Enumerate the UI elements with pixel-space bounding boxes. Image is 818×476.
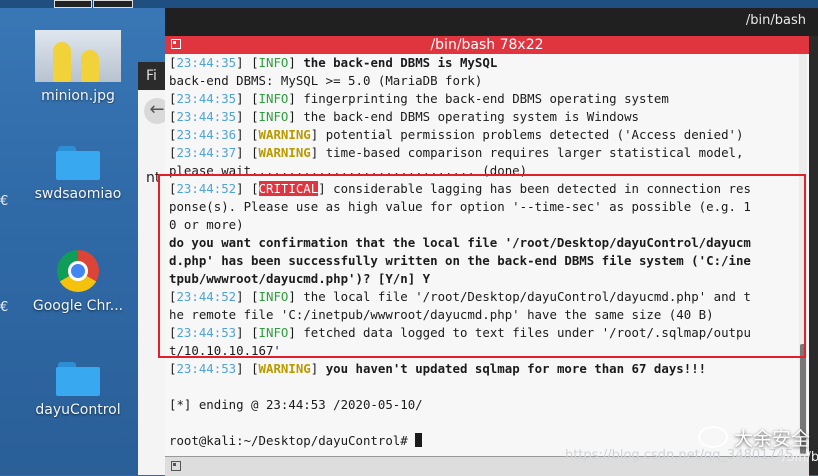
desktop-icon-dayucontrol[interactable]: dayuControl xyxy=(18,362,138,418)
chrome-icon xyxy=(57,250,99,292)
cursor xyxy=(415,433,423,447)
highlight-box xyxy=(158,174,806,358)
bracket: ] xyxy=(288,91,296,106)
pane-menu-icon[interactable] xyxy=(171,461,181,471)
timestamp: 23:44:35 xyxy=(176,55,237,70)
desktop-icon-label: swdsaomiao xyxy=(34,186,122,202)
timestamp: 23:44:36 xyxy=(176,127,237,142)
bracket: ] xyxy=(236,109,252,124)
terminal-line: [23:44:36] [WARNING] potential permissio… xyxy=(169,126,795,144)
bracket: ] xyxy=(236,127,252,142)
bracket: ] xyxy=(236,55,252,70)
top-window-thumb-2[interactable] xyxy=(93,0,133,8)
terminal-line: [23:44:35] [INFO] the back-end DBMS oper… xyxy=(169,108,795,126)
folder-icon xyxy=(56,362,100,396)
log-message: the back-end DBMS is MySQL xyxy=(295,55,498,70)
folder-icon xyxy=(56,146,100,180)
log-level-tag: INFO xyxy=(258,55,289,70)
bracket: ] xyxy=(236,91,252,106)
top-strip xyxy=(0,0,818,8)
terminal-side-panel xyxy=(809,36,818,475)
desktop-icon-minion[interactable]: minion.jpg xyxy=(18,30,138,104)
output-text: back-end DBMS: MySQL >= 5.0 (MariaDB for… xyxy=(169,73,483,88)
log-message: the back-end DBMS operating system is Wi… xyxy=(295,109,640,124)
output-text: [*] ending @ 23:44:53 /2020-05-10/ xyxy=(169,397,423,412)
log-message: fingerprinting the back-end DBMS operati… xyxy=(295,91,669,106)
pane-menu-icon[interactable] xyxy=(171,39,181,49)
timestamp: 23:44:53 xyxy=(176,361,237,376)
terminal-line: [23:44:37] [WARNING] time-based comparis… xyxy=(169,144,795,162)
timestamp: 23:44:35 xyxy=(176,109,237,124)
desktop-icon-label: minion.jpg xyxy=(41,88,115,104)
edge-char: € xyxy=(0,194,9,209)
image-thumbnail-icon xyxy=(35,30,121,82)
log-level-tag: INFO xyxy=(258,109,289,124)
bracket: [ xyxy=(251,361,259,376)
log-level-tag: WARNING xyxy=(258,127,311,142)
desktop-icon-swdsaomiao[interactable]: swdsaomiao xyxy=(18,146,138,202)
terminal-outer-title: /bin/bash xyxy=(165,8,818,36)
terminal-pane-title: /bin/bash 78x22 xyxy=(430,37,544,53)
bracket: ] xyxy=(288,55,296,70)
log-level-tag: INFO xyxy=(258,91,289,106)
bracket: ] xyxy=(236,361,252,376)
watermark: 大余安全 xyxy=(697,424,810,451)
bracket: [ xyxy=(251,127,259,142)
bracket: [ xyxy=(251,91,259,106)
edge-char: € xyxy=(0,300,9,315)
top-window-thumb-1[interactable] xyxy=(54,0,92,8)
terminal-line: [23:44:35] [INFO] the back-end DBMS is M… xyxy=(169,54,795,72)
timestamp: 23:44:35 xyxy=(176,91,237,106)
terminal-line: [23:44:35] [INFO] fingerprinting the bac… xyxy=(169,90,795,108)
bracket: [ xyxy=(251,55,259,70)
watermark-brand: 大余安全 xyxy=(733,428,810,450)
bracket: [ xyxy=(251,145,259,160)
log-message: you haven't updated sqlmap for more than… xyxy=(318,361,707,376)
log-level-tag: WARNING xyxy=(258,145,311,160)
terminal-line: [23:44:53] [WARNING] you haven't updated… xyxy=(169,360,795,378)
desktop-icon-chrome[interactable]: Google Chr... xyxy=(18,250,138,314)
bracket: ] xyxy=(288,109,296,124)
timestamp: 23:44:37 xyxy=(176,145,237,160)
desktop-icon-label: Google Chr... xyxy=(32,298,124,314)
wechat-icon xyxy=(697,426,728,448)
log-level-tag: WARNING xyxy=(258,361,311,376)
terminal-line: back-end DBMS: MySQL >= 5.0 (MariaDB for… xyxy=(169,72,795,90)
terminal-pane-titlebar[interactable]: /bin/bash 78x22 xyxy=(165,36,809,54)
bracket: ] xyxy=(236,145,252,160)
desktop-icon-label: dayuControl xyxy=(35,402,121,418)
terminal-line: [*] ending @ 23:44:53 /2020-05-10/ xyxy=(169,396,795,414)
bracket: [ xyxy=(251,109,259,124)
shell-prompt: root@kali:~/Desktop/dayuControl# xyxy=(169,433,416,448)
log-message: potential permission problems detected (… xyxy=(318,127,744,142)
log-message: time-based comparison requires larger st… xyxy=(318,145,744,160)
